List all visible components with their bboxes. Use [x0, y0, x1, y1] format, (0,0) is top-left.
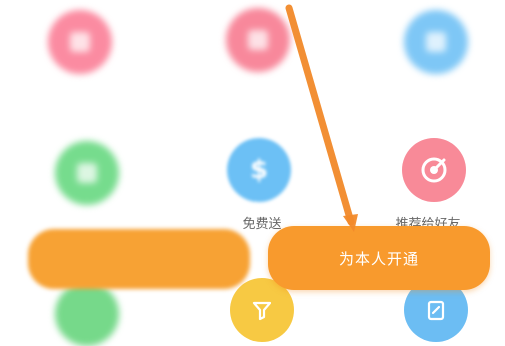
- open-for-self-label: 为本人开通: [338, 249, 419, 268]
- open-for-self-button[interactable]: 为本人开通: [268, 226, 490, 290]
- dollar-icon: $: [249, 155, 269, 185]
- ticket-icon: [248, 30, 268, 50]
- feature-icon-1[interactable]: [48, 10, 112, 74]
- edit-icon: [427, 300, 445, 321]
- feature-label-5: 免费送: [242, 217, 282, 232]
- feature-icon-6[interactable]: [402, 138, 466, 202]
- feature-icon-7[interactable]: [55, 282, 119, 346]
- target-icon: [421, 157, 447, 183]
- filter-icon: [252, 301, 272, 321]
- feature-icon-4[interactable]: [55, 141, 119, 205]
- crown-icon: [426, 32, 446, 52]
- feature-icon-2[interactable]: [226, 8, 290, 72]
- music-icon: [77, 163, 97, 183]
- gift-to-friend-button[interactable]: [28, 229, 250, 289]
- gift-icon: [70, 32, 90, 52]
- feature-icon-5[interactable]: $: [227, 138, 291, 202]
- feature-icon-3[interactable]: [404, 10, 468, 74]
